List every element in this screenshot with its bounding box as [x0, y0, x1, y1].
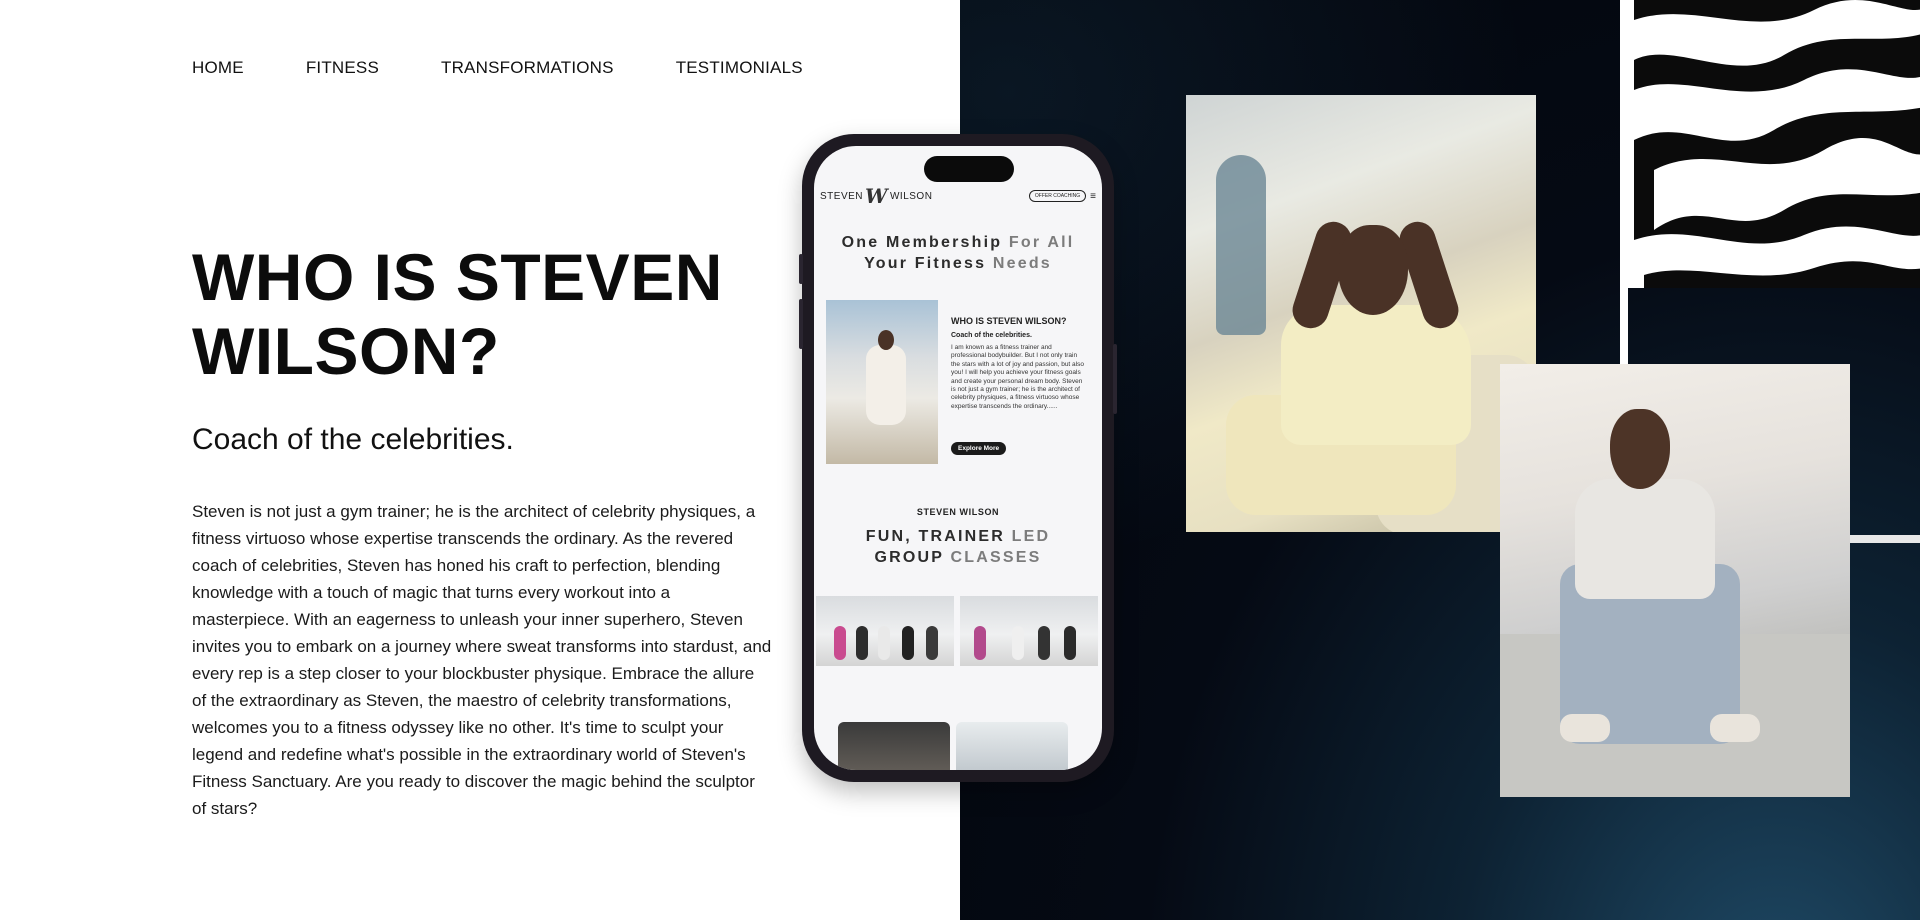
mobile-bottom-image-2 — [956, 722, 1068, 770]
steven-sitting-photo — [1500, 364, 1850, 797]
mobile-bottom-image-1 — [838, 722, 950, 770]
image-frame-divider — [1620, 0, 1628, 365]
nav-home[interactable]: HOME — [192, 58, 244, 78]
zebra-pattern-image — [1628, 0, 1920, 288]
image-frame-edge — [1849, 535, 1920, 543]
brand-logo[interactable]: STEVEN W WILSON — [820, 184, 932, 208]
main-nav: HOME FITNESS TRANSFORMATIONS TESTIMONIAL… — [192, 58, 803, 78]
nav-fitness[interactable]: FITNESS — [306, 58, 379, 78]
page-subtitle: Coach of the celebrities. — [192, 423, 514, 456]
explore-more-button[interactable]: Explore More — [951, 442, 1007, 455]
mobile-header: STEVEN W WILSON OFFER COACHING ≡ — [820, 184, 1096, 208]
phone-screen: STEVEN W WILSON OFFER COACHING ≡ One Mem… — [814, 146, 1102, 770]
steven-relaxing-photo — [1186, 95, 1536, 532]
nav-transformations[interactable]: TRANSFORMATIONS — [441, 58, 614, 78]
hamburger-icon[interactable]: ≡ — [1090, 191, 1096, 202]
bio-paragraph: Steven is not just a gym trainer; he is … — [192, 502, 772, 818]
dynamic-island — [924, 156, 1014, 182]
group-class-image-1 — [816, 596, 954, 666]
nav-testimonials[interactable]: TESTIMONIALS — [676, 58, 803, 78]
group-classes-heading: FUN, TRAINER LED GROUP CLASSES — [865, 528, 1051, 566]
membership-heading: One Membership For All Your Fitness Need… — [841, 234, 1075, 272]
mobile-brand-name: STEVEN WILSON — [916, 507, 1000, 517]
offer-coaching-button[interactable]: OFFER COACHING — [1028, 190, 1087, 202]
mobile-who-title: WHO IS STEVEN WILSON? — [951, 316, 1067, 326]
mobile-coach-line: Coach of the celebrities. — [951, 332, 1032, 339]
page-title: WHO IS STEVEN WILSON? — [192, 240, 723, 388]
mobile-who-text: I am known as a fitness trainer and prof… — [951, 344, 1084, 410]
mobile-profile-image — [826, 300, 938, 464]
phone-mockup: STEVEN W WILSON OFFER COACHING ≡ One Mem… — [799, 134, 1117, 782]
group-class-image-2 — [960, 596, 1098, 666]
